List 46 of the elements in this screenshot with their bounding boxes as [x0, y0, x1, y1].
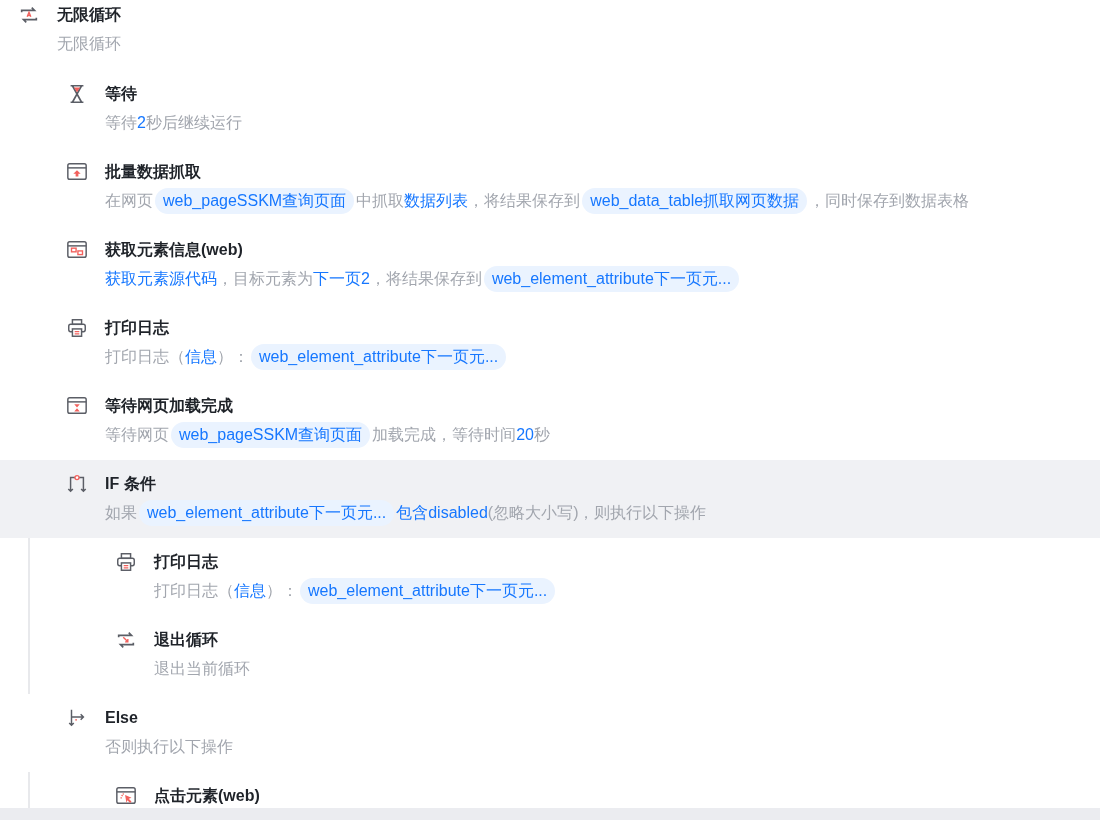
step-description: 获取元素源代码，目标元素为下一页2，将结果保存到 web_element_attribute下一页元... [105, 266, 742, 292]
parameter-link[interactable]: 包含disabled [396, 500, 488, 526]
parameter-link[interactable]: 20 [516, 422, 534, 448]
step-title: 无限循环 [57, 5, 121, 25]
variable-chip[interactable]: web_pageSSKM查询页面 [155, 188, 355, 214]
step-description: 打印日志（信息）： web_element_attribute下一页元... [105, 344, 509, 370]
exit-loop-icon [115, 629, 137, 651]
variable-chip[interactable]: web_data_table抓取网页数据 [582, 188, 808, 214]
step-title: 获取元素信息(web) [105, 240, 244, 260]
step-title: 打印日志 [105, 318, 170, 338]
step-description: 打印日志（信息）： web_element_attribute下一页元... [154, 578, 558, 604]
branch-icon [66, 473, 88, 495]
parameter-link[interactable]: 2 [137, 110, 146, 136]
variable-chip[interactable]: web_element_attribute下一页元... [300, 578, 556, 604]
step-description: 无限循环 [57, 34, 121, 54]
variable-chip[interactable]: web_pageSSKM查询页面 [171, 422, 371, 448]
printer-icon [115, 551, 137, 573]
step-title: 退出循环 [154, 630, 219, 650]
browser-element-icon [66, 239, 88, 261]
variable-chip[interactable]: web_element_attribute下一页元... [483, 266, 740, 292]
browser-click-icon [115, 785, 137, 807]
step-description: 如果 web_element_attribute下一页元... 包含disabled(忽略大小写)，则执行以下操作 [105, 500, 707, 526]
variable-chip[interactable]: web_element_attribute下一页元... [251, 344, 507, 370]
browser-upload-icon [66, 161, 88, 183]
step-title: 批量数据抓取 [105, 162, 202, 182]
parameter-link[interactable]: 获取元素源代码 [105, 266, 217, 292]
step-title: 打印日志 [154, 552, 219, 572]
parameter-link[interactable]: 信息 [185, 344, 217, 370]
step-description: 退出当前循环 [154, 659, 250, 679]
parameter-link[interactable]: 信息 [234, 578, 266, 604]
browser-hourglass-icon [66, 395, 88, 417]
step-description: 否则执行以下操作 [105, 737, 233, 757]
step-title: Else [105, 708, 139, 728]
parameter-link[interactable]: 数据列表 [404, 188, 469, 214]
variable-chip[interactable]: web_element_attribute下一页元... [139, 500, 395, 526]
printer-icon [66, 317, 88, 339]
step-row[interactable]: IF 条件 如果 web_element_attribute下一页元... 包含disabled(忽略大小写)，则执行以下操作 [0, 460, 1100, 538]
step-title: IF 条件 [105, 474, 157, 494]
step-title: 点击元素(web) [154, 786, 260, 806]
step-description: 等待2秒后继续运行 [105, 110, 242, 136]
parameter-link[interactable]: 下一页2 [313, 266, 370, 292]
loop-icon [18, 4, 40, 26]
step-description: 在网页 web_pageSSKM查询页面 中抓取数据列表，将结果保存到 web_data_table抓取网页数据 ，同时保存到数据表格 [105, 188, 970, 214]
step-title: 等待网页加载完成 [105, 396, 234, 416]
step-title: 等待 [105, 84, 138, 104]
step-description: 等待网页 web_pageSSKM查询页面 加载完成，等待时间20秒 [105, 422, 550, 448]
